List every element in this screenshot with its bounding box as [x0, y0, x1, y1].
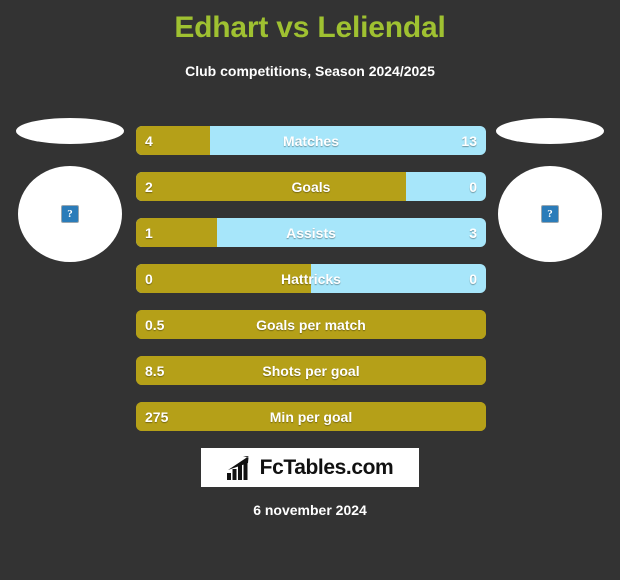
player-away-name-plate	[496, 118, 604, 144]
player-home-photo: ?	[18, 166, 122, 262]
broken-image-icon: ?	[541, 205, 559, 223]
stat-row: 2 Goals 0	[136, 172, 486, 201]
stat-label: Goals per match	[256, 316, 366, 333]
fctables-logo-text: FcTables.com	[259, 456, 394, 479]
stat-label: Matches	[282, 132, 340, 149]
stat-row: 275 Min per goal	[136, 402, 486, 431]
player-home: ?	[6, 118, 134, 268]
stat-row: 0 Hattricks 0	[136, 264, 486, 293]
player-home-name-plate	[16, 118, 124, 144]
broken-image-icon: ?	[61, 205, 79, 223]
stat-label: Hattricks	[281, 270, 341, 287]
comparison-infographic: Edhart vs Leliendal Club competitions, S…	[0, 0, 620, 580]
stat-away-value: 13	[461, 132, 477, 149]
stat-label: Shots per goal	[262, 362, 360, 379]
stat-away-value: 3	[469, 224, 477, 241]
fctables-logo[interactable]: FcTables.com	[201, 448, 419, 487]
footer-date: 6 november 2024	[253, 502, 367, 518]
stat-label: Min per goal	[269, 408, 353, 425]
page-subtitle: Club competitions, Season 2024/2025	[185, 63, 435, 79]
stat-row: 4 Matches 13	[136, 126, 486, 155]
bar-chart-arrow-icon	[226, 455, 249, 480]
stat-row: 8.5 Shots per goal	[136, 356, 486, 385]
stat-bar-list: 4 Matches 13 2 Goals 0 1 Assists 3 0 Hattricks 0 0.5…	[136, 126, 486, 448]
player-away-photo: ?	[498, 166, 602, 262]
stat-away-value: 0	[469, 178, 477, 195]
stat-row: 1 Assists 3	[136, 218, 486, 247]
stat-label: Goals	[291, 178, 331, 195]
player-away: ?	[486, 118, 614, 268]
stat-label: Assists	[286, 224, 336, 241]
stat-row: 0.5 Goals per match	[136, 310, 486, 339]
page-title: Edhart vs Leliendal	[174, 11, 446, 44]
stat-away-value: 0	[469, 270, 477, 287]
